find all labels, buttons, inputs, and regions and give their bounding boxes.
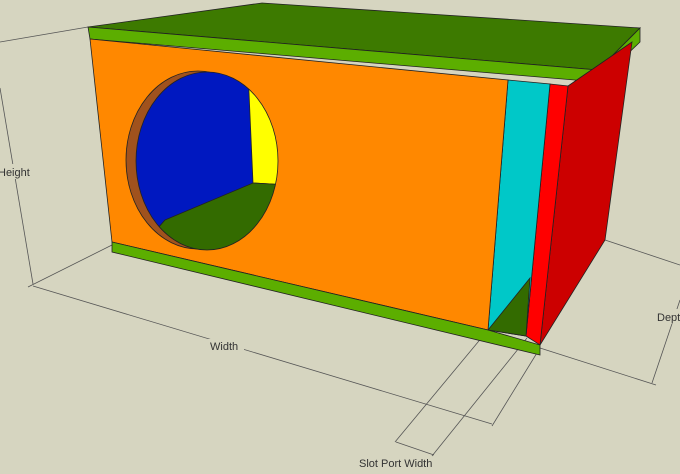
- subwoofer-box-diagram: Height Width Dept Slot Port Width: [0, 2, 680, 470]
- box: [87, 2, 641, 356]
- height-dimension-line: [0, 87, 34, 285]
- height-label: Height: [0, 167, 30, 179]
- width-label: Width: [210, 341, 238, 353]
- slot-port-width-label: Slot Port Width: [359, 458, 432, 470]
- slot-port-dimension-line: [395, 441, 435, 456]
- depth-label: Dept: [657, 312, 680, 324]
